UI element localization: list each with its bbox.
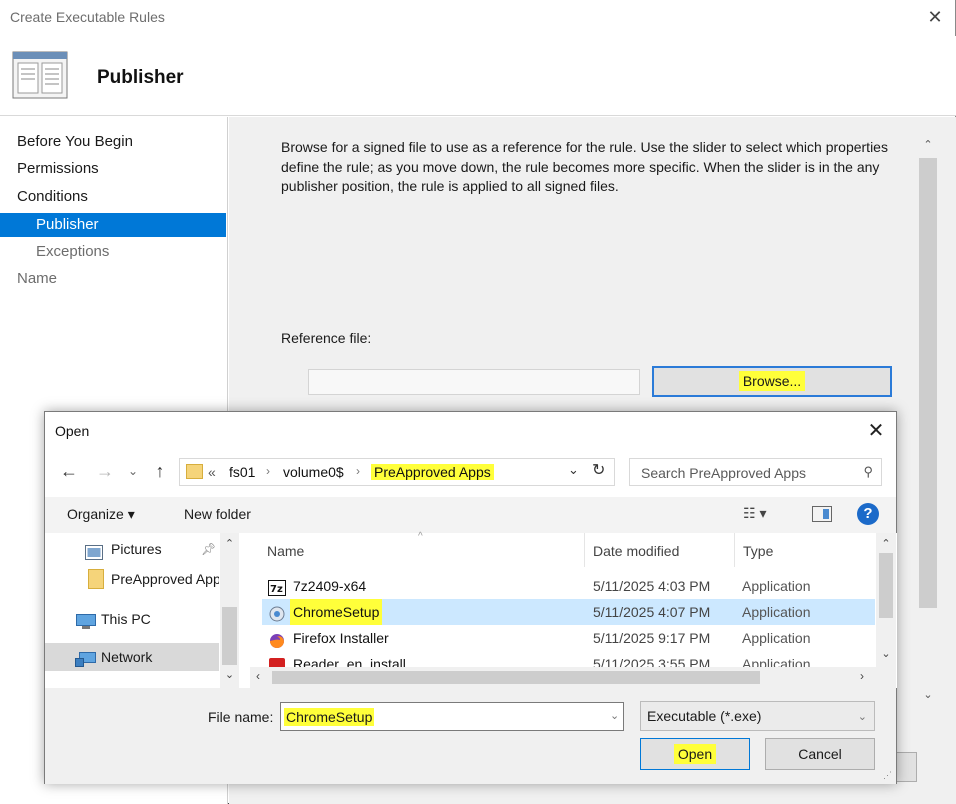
scroll-thumb[interactable] [879,553,893,618]
breadcrumb-separator-icon: › [356,464,360,478]
wizard-header: Publisher [0,36,956,116]
scroll-thumb[interactable] [919,158,937,608]
file-name-dropdown-icon[interactable]: ⌄ [610,709,619,722]
sort-indicator-icon: ^ [418,531,423,542]
scroll-down-icon[interactable]: ⌄ [876,647,896,660]
up-arrow-icon[interactable]: ↑ [150,460,170,482]
file-row-reader-en-install[interactable]: Reader_en_install 5/11/2025 3:55 PM Appl… [262,651,875,667]
scroll-up-icon[interactable]: ⌃ [220,537,239,550]
nav-item-publisher[interactable]: Publisher [0,213,226,237]
refresh-icon[interactable]: ↻ [592,460,605,480]
chrome-setup-icon [268,604,286,622]
search-box[interactable]: Search PreApproved Apps ⚲ [629,458,882,486]
breadcrumb-separator-icon: › [266,464,270,478]
search-placeholder: Search PreApproved Apps [641,465,806,481]
tree-item-network[interactable]: Network [45,643,219,671]
browse-button[interactable]: Browse... [652,366,892,397]
reference-file-label: Reference file: [281,330,372,346]
recent-locations-icon[interactable]: ⌄ [123,460,143,482]
file-list-vertical-scrollbar[interactable]: ⌃ ⌄ [876,533,896,688]
file-name-input[interactable]: ChromeSetup [280,702,624,731]
file-type-value: Executable (*.exe) [647,708,762,724]
nav-item-before-you-begin[interactable]: Before You Begin [0,130,226,154]
dialog-title: Open [55,423,90,439]
cancel-button[interactable]: Cancel [765,738,875,770]
address-bar[interactable]: « fs01 › volume0$ › PreApproved Apps [179,458,615,486]
breadcrumb-volume0[interactable]: volume0$ [283,464,344,480]
organize-button[interactable]: Organize ▾ [67,506,135,523]
dialog-toolbar: Organize ▾ New folder ☷ ▾ ? [45,497,896,533]
file-row-7z2409-x64[interactable]: 7z 7z2409-x64 5/11/2025 4:03 PM Applicat… [262,573,875,599]
scroll-up-icon[interactable]: ⌃ [918,138,938,151]
column-header-date-modified[interactable]: Date modified [593,543,679,559]
column-divider[interactable] [734,533,735,567]
firefox-icon [268,630,286,648]
file-list: Name ^ Date modified Type 7z 7z2409-x64 … [250,531,897,688]
nav-item-name[interactable]: Name [0,267,226,291]
publisher-description: Browse for a signed file to use as a ref… [281,139,888,194]
open-label: Open [673,744,717,764]
scroll-right-icon[interactable]: › [860,669,864,683]
nav-item-conditions[interactable]: Conditions [0,185,226,209]
new-folder-button[interactable]: New folder [184,506,251,522]
dialog-footer: File name: ChromeSetup ⌄ Executable (*.e… [45,688,896,784]
scroll-down-icon[interactable]: ⌄ [220,668,239,681]
view-options-icon[interactable]: ☷ ▾ [743,505,766,522]
breadcrumb-fs01[interactable]: fs01 [229,464,255,480]
tree-item-this-pc[interactable]: This PC [45,605,219,633]
chevron-down-icon: ⌄ [857,711,867,723]
breadcrumb-preapproved-apps[interactable]: PreApproved Apps [371,464,494,480]
page-title: Publisher [97,67,184,88]
back-arrow-icon[interactable]: ← [59,460,79,482]
computer-icon [75,611,97,629]
help-icon[interactable]: ? [857,503,879,525]
window-title: Create Executable Rules [10,9,165,25]
scroll-thumb[interactable] [222,607,237,665]
search-icon[interactable]: ⚲ [863,464,873,480]
address-dropdown-icon[interactable]: ⌄ [568,462,579,478]
scroll-thumb[interactable] [272,671,760,684]
acrobat-icon [268,656,286,667]
resize-grip-icon[interactable]: ⋰ [883,770,895,782]
file-name-value: ChromeSetup [284,708,375,726]
network-icon [75,649,97,667]
open-button[interactable]: Open [640,738,750,770]
wizard-button[interactable] [895,752,917,782]
folder-icon [88,569,104,589]
nav-item-permissions[interactable]: Permissions [0,157,226,181]
wizard-scrollbar[interactable]: ⌃ ⌄ [918,136,938,706]
pictures-icon [85,541,103,560]
scroll-down-icon[interactable]: ⌄ [918,688,938,701]
nav-item-exceptions[interactable]: Exceptions [0,240,226,264]
breadcrumb-overflow[interactable]: « [208,464,216,480]
tree-item-preapproved-apps[interactable]: PreApproved Apps [45,565,219,593]
scroll-up-icon[interactable]: ⌃ [876,537,896,550]
rules-wizard-icon [12,51,68,99]
svg-text:7z: 7z [270,584,283,595]
column-header-type[interactable]: Type [743,543,773,559]
dialog-close-icon[interactable]: ✕ [865,420,887,442]
pin-icon: 📌︎ [201,542,217,556]
folder-icon [186,464,203,479]
column-divider[interactable] [584,533,585,567]
file-list-horizontal-scrollbar[interactable]: ‹ › [250,667,876,688]
7zip-icon: 7z [268,578,286,596]
browse-label: Browse... [738,371,806,391]
forward-arrow-icon[interactable]: → [95,460,115,482]
column-header-name[interactable]: Name [267,543,304,559]
file-type-select[interactable]: Executable (*.exe) ⌄ [640,701,875,731]
file-row-chromesetup[interactable]: ChromeSetup 5/11/2025 4:07 PM Applicatio… [262,599,875,625]
close-icon[interactable]: ✕ [926,8,944,26]
open-file-dialog: Open ✕ ← → ⌄ ↑ « fs01 › volume0$ › PreAp… [44,411,897,784]
file-name-label: File name: [208,709,274,725]
scroll-left-icon[interactable]: ‹ [256,669,260,683]
navigation-pane: Pictures 📌︎ PreApproved Apps This PC Net… [45,533,239,688]
file-row-firefox-installer[interactable]: Firefox Installer 5/11/2025 9:17 PM Appl… [262,625,875,651]
reference-file-field [308,369,640,395]
tree-scrollbar[interactable]: ⌃ ⌄ [220,533,239,688]
tree-item-pictures[interactable]: Pictures 📌︎ [45,535,219,563]
preview-pane-icon[interactable] [812,506,832,522]
